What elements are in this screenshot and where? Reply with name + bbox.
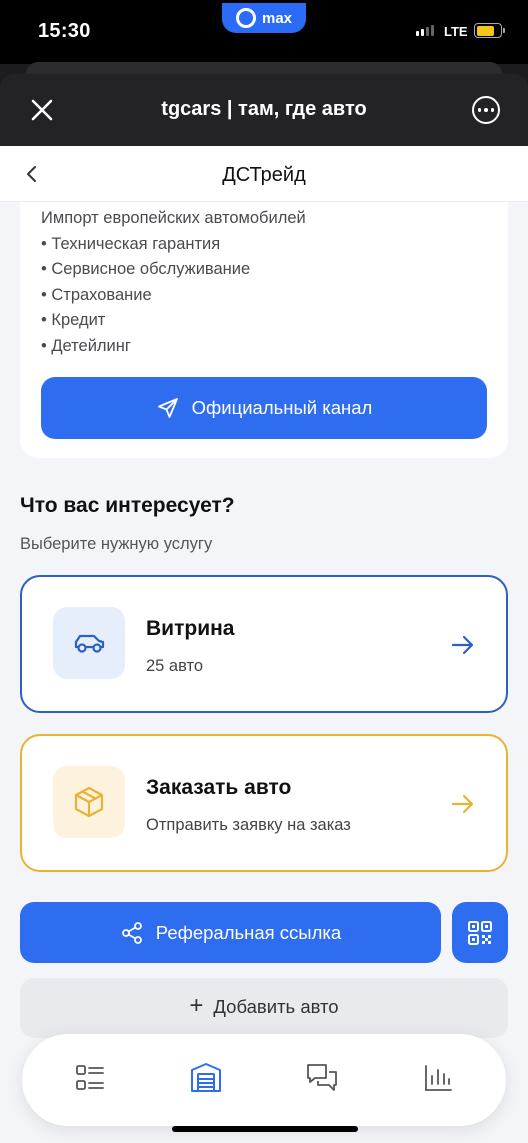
plus-icon: +: [189, 992, 204, 1019]
box-icon: [53, 766, 125, 838]
signal-icon: [416, 25, 434, 36]
order-car-card[interactable]: Заказать авто Отправить заявку на заказ: [20, 734, 508, 872]
status-bar: 15:30 max LTE: [0, 0, 528, 64]
max-logo-icon: [235, 8, 256, 28]
section-subtitle: Выберите нужную услугу: [20, 535, 213, 553]
chat-icon[interactable]: [302, 1058, 342, 1098]
more-icon[interactable]: [472, 96, 500, 124]
info-line: • Техническая гарантия: [41, 234, 221, 253]
main-content: ДСТрейд Импорт европейских автомобилей •…: [0, 146, 528, 1143]
home-indicator: [172, 1126, 358, 1132]
section-title: Что вас интересует?: [20, 494, 235, 517]
info-line: • Детейлинг: [41, 336, 131, 355]
nav-bar: ДСТрейд: [0, 146, 528, 202]
info-line: • Страхование: [41, 285, 152, 304]
max-badge: max: [222, 3, 306, 33]
max-label: max: [261, 9, 293, 27]
referral-link-button[interactable]: Реферальная ссылка: [20, 902, 441, 963]
page-title: ДСТрейд: [222, 164, 306, 186]
info-line: Импорт европейских автомобилей: [41, 209, 306, 227]
car-icon: [53, 607, 125, 679]
stats-icon[interactable]: [418, 1058, 458, 1098]
showcase-title: Витрина: [146, 617, 235, 640]
order-subtitle: Отправить заявку на заказ: [146, 816, 351, 834]
send-icon: [157, 398, 178, 418]
info-line: • Сервисное обслуживание: [41, 260, 251, 278]
add-car-button[interactable]: + Добавить авто: [20, 978, 508, 1038]
info-list: Импорт европейских автомобилей • Техниче…: [41, 206, 306, 359]
app-header: tgcars | там, где авто: [0, 74, 528, 146]
showcase-card[interactable]: Витрина 25 авто: [20, 575, 508, 713]
arrow-right-icon: [450, 791, 476, 817]
network-label: LTE: [444, 24, 468, 39]
share-icon: [121, 921, 142, 944]
arrow-right-icon: [450, 632, 476, 658]
battery-icon: [474, 23, 502, 38]
qr-code-button[interactable]: [452, 902, 508, 963]
info-line: • Кредит: [41, 311, 106, 329]
bottom-tab-bar: [22, 1034, 506, 1126]
showcase-subtitle: 25 авто: [146, 657, 204, 675]
official-channel-label: Официальный канал: [191, 397, 373, 418]
referral-link-label: Реферальная ссылка: [155, 921, 342, 943]
qr-code-icon: [468, 920, 492, 945]
list-icon[interactable]: [70, 1058, 110, 1098]
dealer-info-card: Импорт европейских автомобилей • Техниче…: [20, 202, 508, 458]
add-car-label: Добавить авто: [213, 996, 339, 1017]
garage-icon[interactable]: [186, 1058, 226, 1098]
status-time: 15:30: [38, 20, 91, 42]
official-channel-button[interactable]: Официальный канал: [41, 377, 487, 439]
order-title: Заказать авто: [146, 776, 292, 799]
app-title: tgcars | там, где авто: [161, 98, 367, 120]
